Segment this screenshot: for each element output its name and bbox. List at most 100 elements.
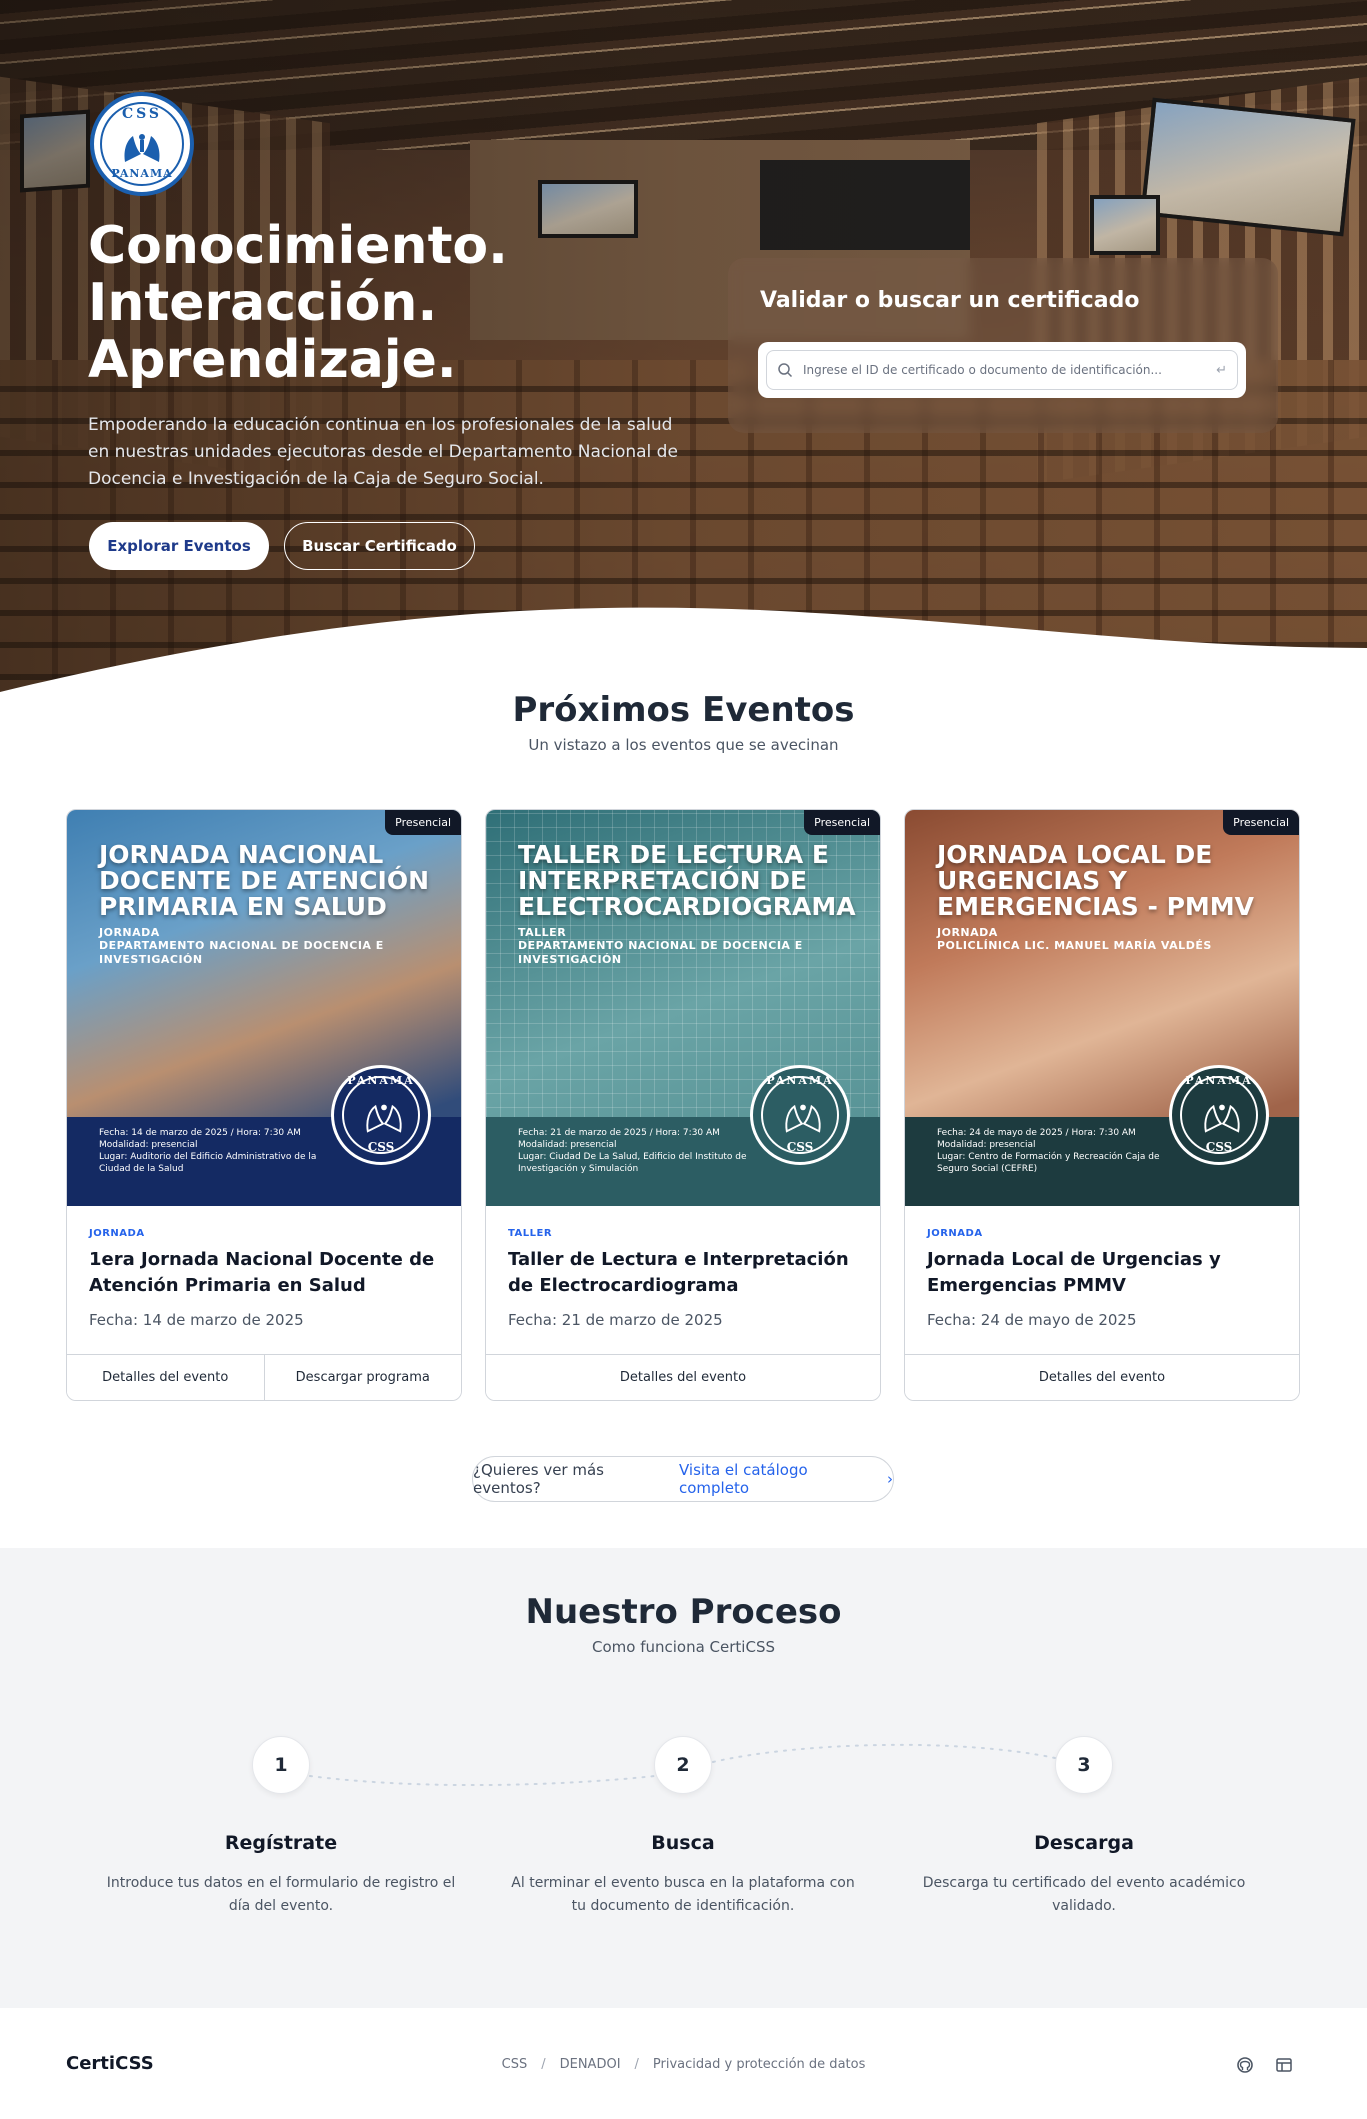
event-details-button[interactable]: Detalles del evento	[486, 1355, 880, 1400]
event-title[interactable]: 1era Jornada Nacional Docente de Atenció…	[89, 1247, 439, 1299]
events-section-subtitle: Un vistazo a los eventos que se avecinan	[528, 736, 839, 754]
step-description: Descarga tu certificado del evento acadé…	[922, 1875, 1246, 1914]
event-card-actions: Detalles del evento	[905, 1354, 1299, 1400]
event-card: Taller de Lectura e Interpretación de El…	[485, 809, 881, 1401]
hero-title-line: Interacción.	[88, 273, 438, 333]
poster-place: Lugar: Auditorio del Edificio Administra…	[99, 1152, 317, 1174]
footer-link-privacy[interactable]: Privacidad y protección de datos	[653, 2057, 865, 2072]
github-icon[interactable]	[1236, 2056, 1254, 2074]
poster-mode: Modalidad: presencial	[518, 1140, 617, 1150]
enter-key-icon: ↵	[1216, 362, 1227, 378]
hero-wave-divider	[0, 607, 1367, 700]
hero-subtitle: Empoderando la educación continua en los…	[88, 415, 678, 489]
event-card: Jornada Nacional Docente de Atención Pri…	[66, 809, 462, 1401]
event-card-actions: Detalles del evento Descargar programa	[67, 1354, 461, 1400]
logo-top-text: CSS	[121, 106, 163, 122]
footer-link-denadoi[interactable]: DENADOI	[560, 2057, 621, 2072]
modality-badge: Presencial	[1223, 810, 1299, 835]
search-field-wrapper: ↵	[766, 350, 1238, 390]
seal-bottom-text: CSS	[367, 1140, 395, 1154]
poster-text-block: Jornada Nacional Docente de Atención Pri…	[99, 842, 439, 967]
poster-text-block: Jornada Local de Urgencias y Emergencias…	[937, 842, 1277, 953]
modality-badge: Presencial	[385, 810, 461, 835]
full-catalog-link[interactable]: Visita el catálogo completo	[679, 1461, 879, 1497]
event-poster[interactable]: Jornada Nacional Docente de Atención Pri…	[67, 810, 461, 1206]
event-category: TALLER	[508, 1228, 553, 1239]
search-box: ↵	[758, 342, 1246, 398]
poster-organizer: Departamento Nacional de Docencia e Inve…	[518, 939, 803, 966]
poster-type: Jornada	[937, 926, 998, 939]
hero-title-line: Aprendizaje.	[88, 330, 457, 390]
logo-bottom-text: PANAMA	[111, 167, 173, 180]
event-card-body: JORNADA 1era Jornada Nacional Docente de…	[67, 1206, 461, 1354]
poster-text-block: Taller de Lectura e Interpretación de El…	[518, 842, 858, 967]
hands-family-icon	[1204, 1104, 1240, 1133]
seal-top-text: PANAMA	[347, 1074, 415, 1087]
layout-icon[interactable]	[1275, 2056, 1293, 2074]
poster-mode: Modalidad: presencial	[99, 1140, 198, 1150]
hands-family-icon	[785, 1104, 821, 1133]
event-card: Jornada Local de Urgencias y Emergencias…	[904, 809, 1300, 1401]
poster-date: Fecha: 21 de marzo de 2025 / Hora: 7:30 …	[518, 1128, 720, 1138]
step-number-circle: 3	[1055, 1736, 1113, 1794]
panama-css-seal: PANAMA CSS	[750, 1065, 850, 1165]
event-details-button[interactable]: Detalles del evento	[67, 1355, 264, 1400]
step-description: Introduce tus datos en el formulario de …	[106, 1875, 456, 1914]
step-title: Regístrate	[224, 1832, 338, 1854]
step-description: Al terminar el evento busca en la plataf…	[511, 1875, 855, 1914]
poster-date: Fecha: 24 de mayo de 2025 / Hora: 7:30 A…	[937, 1128, 1136, 1138]
certificate-search-input[interactable]	[803, 363, 1217, 377]
process-section-title: Nuestro Proceso	[525, 1592, 842, 1632]
event-poster[interactable]: Taller de Lectura e Interpretación de El…	[486, 810, 880, 1206]
poster-place: Lugar: Ciudad De La Salud, Edificio del …	[518, 1152, 747, 1174]
footer-link-css[interactable]: CSS	[502, 2057, 528, 2072]
hands-family-icon	[366, 1104, 402, 1133]
more-events-question: ¿Quieres ver más eventos?	[473, 1461, 604, 1497]
certificate-search-card: Validar o buscar un certificado ↵	[728, 258, 1278, 433]
event-date: Fecha: 21 de marzo de 2025	[508, 1311, 723, 1329]
modality-badge: Presencial	[804, 810, 880, 835]
step-title: Descarga	[1034, 1832, 1134, 1854]
event-date: Fecha: 14 de marzo de 2025	[89, 1311, 304, 1329]
seal-top-text: PANAMA	[766, 1074, 834, 1087]
poster-place: Lugar: Centro de Formación y Recreación …	[937, 1152, 1160, 1174]
css-logo[interactable]: CSS PANAMA	[90, 92, 194, 196]
event-title[interactable]: Taller de Lectura e Interpretación de El…	[508, 1247, 858, 1299]
event-card-body: TALLER Taller de Lectura e Interpretació…	[486, 1206, 880, 1354]
footer-separator: /	[541, 2057, 546, 2072]
footer-links: CSS / DENADOI / Privacidad y protección …	[0, 2057, 1367, 2072]
poster-mode: Modalidad: presencial	[937, 1140, 1036, 1150]
poster-organizer: Policlínica Lic. Manuel María Valdés	[937, 939, 1212, 952]
hero-title-line: Conocimiento.	[88, 216, 508, 276]
event-card-body: JORNADA Jornada Local de Urgencias y Eme…	[905, 1206, 1299, 1354]
event-poster[interactable]: Jornada Local de Urgencias y Emergencias…	[905, 810, 1299, 1206]
event-category: JORNADA	[89, 1228, 145, 1239]
step-title: Busca	[651, 1832, 715, 1854]
poster-title: Jornada Local de Urgencias y Emergencias…	[937, 840, 1255, 921]
search-card-title: Validar o buscar un certificado	[760, 288, 1140, 313]
event-title[interactable]: Jornada Local de Urgencias y Emergencias…	[927, 1247, 1277, 1299]
panama-css-seal: PANAMA CSS	[1169, 1065, 1269, 1165]
poster-type: Jornada	[99, 926, 160, 939]
step-number-circle: 1	[252, 1736, 310, 1794]
panama-css-seal: PANAMA CSS	[331, 1065, 431, 1165]
explore-events-button[interactable]: Explorar Eventos	[89, 522, 269, 570]
event-date: Fecha: 24 de mayo de 2025	[927, 1311, 1137, 1329]
process-section-subtitle: Como funciona CertiCSS	[592, 1638, 775, 1656]
hero-title: Conocimiento. Interacción. Aprendizaje.	[88, 218, 688, 389]
more-events-pill[interactable]: ¿Quieres ver más eventos? Visita el catá…	[472, 1456, 894, 1502]
poster-type: Taller	[518, 926, 567, 939]
poster-title: Taller de Lectura e Interpretación de El…	[518, 840, 856, 921]
download-program-button[interactable]: Descargar programa	[263, 1355, 461, 1400]
seal-bottom-text: CSS	[1205, 1140, 1233, 1154]
event-category: JORNADA	[927, 1228, 983, 1239]
poster-date: Fecha: 14 de marzo de 2025 / Hora: 7:30 …	[99, 1128, 301, 1138]
seal-top-text: PANAMA	[1185, 1074, 1253, 1087]
events-section-title: Próximos Eventos	[512, 690, 855, 730]
event-details-button[interactable]: Detalles del evento	[905, 1355, 1299, 1400]
footer-separator: /	[634, 2057, 639, 2072]
seal-bottom-text: CSS	[786, 1140, 814, 1154]
event-card-actions: Detalles del evento	[486, 1354, 880, 1400]
search-certificate-button[interactable]: Buscar Certificado	[284, 522, 475, 570]
poster-organizer: Departamento Nacional de Docencia e Inve…	[99, 939, 384, 966]
